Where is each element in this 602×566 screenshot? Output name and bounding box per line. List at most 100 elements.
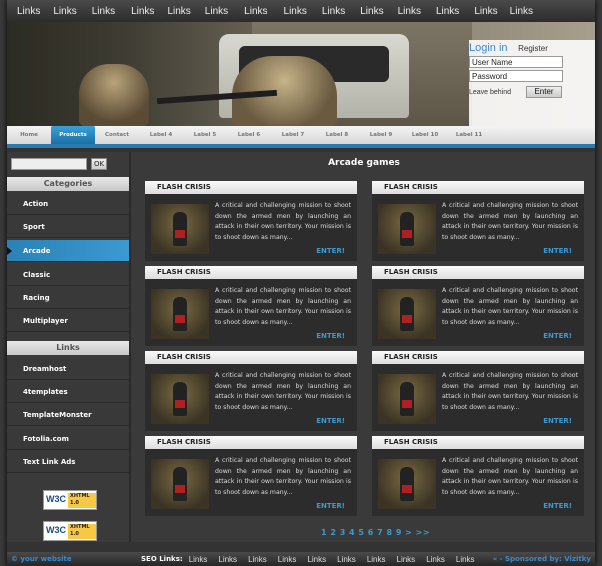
top-link[interactable]: Links xyxy=(244,6,267,17)
nav-label-11[interactable]: Label 11 xyxy=(447,126,491,144)
nav-label-7[interactable]: Label 7 xyxy=(271,126,315,144)
category-racing[interactable]: Racing xyxy=(7,287,129,309)
footer-link[interactable]: Links xyxy=(218,555,237,564)
game-thumbnail[interactable] xyxy=(378,374,436,424)
nav-label-10[interactable]: Label 10 xyxy=(403,126,447,144)
enter-game-link[interactable]: ENTER! xyxy=(316,247,345,255)
game-card-body: A critical and challenging mission to sh… xyxy=(372,194,584,261)
register-link[interactable]: Register xyxy=(518,44,548,53)
top-link[interactable]: Links xyxy=(205,6,228,17)
sidebar: OK Categories Action Sport Arcade Classi… xyxy=(7,152,129,542)
enter-button[interactable]: Enter xyxy=(526,86,562,98)
nav-label-4[interactable]: Label 4 xyxy=(139,126,183,144)
game-title[interactable]: FLASH CRISIS xyxy=(145,436,357,449)
banner-soldier xyxy=(79,64,149,126)
enter-game-link[interactable]: ENTER! xyxy=(316,332,345,340)
top-links-bar: Links Links Links Links Links Links Link… xyxy=(7,0,595,22)
enter-game-link[interactable]: ENTER! xyxy=(543,417,572,425)
nav-label-6[interactable]: Label 6 xyxy=(227,126,271,144)
game-thumbnail[interactable] xyxy=(378,204,436,254)
game-card-body: A critical and challenging mission to sh… xyxy=(372,364,584,431)
top-link[interactable]: Links xyxy=(510,6,533,17)
footer-link[interactable]: Links xyxy=(397,555,416,564)
nav-label-8[interactable]: Label 8 xyxy=(315,126,359,144)
enter-game-link[interactable]: ENTER! xyxy=(543,332,572,340)
seo-links-label: SEO Links: xyxy=(141,555,183,563)
sidebar-link[interactable]: Dreamhost xyxy=(7,358,129,380)
sidebar-link[interactable]: Fotolia.com xyxy=(7,428,129,450)
game-title[interactable]: FLASH CRISIS xyxy=(372,181,584,194)
w3c-xhtml-badge[interactable]: W3C XHTML 1.0 xyxy=(43,521,97,541)
top-link[interactable]: Links xyxy=(284,6,307,17)
game-thumbnail[interactable] xyxy=(378,459,436,509)
header-banner: Login in Register Leave behind Enter xyxy=(7,22,595,126)
search-input[interactable] xyxy=(11,158,87,170)
game-card: FLASH CRISIS A critical and challenging … xyxy=(145,266,357,346)
footer-copyright[interactable]: © your website xyxy=(11,555,141,563)
game-thumbnail[interactable] xyxy=(151,374,209,424)
game-description: A critical and challenging mission to sh… xyxy=(442,457,578,496)
nav-home[interactable]: Home xyxy=(7,126,51,144)
footer-link[interactable]: Links xyxy=(278,555,297,564)
footer-link[interactable]: Links xyxy=(189,555,208,564)
top-link[interactable]: Links xyxy=(167,6,190,17)
nav-products[interactable]: Products xyxy=(51,126,95,144)
top-link[interactable]: Links xyxy=(322,6,345,17)
game-title[interactable]: FLASH CRISIS xyxy=(372,436,584,449)
top-link[interactable]: Links xyxy=(17,6,40,17)
footer-link[interactable]: Links xyxy=(337,555,356,564)
game-card-body: A critical and challenging mission to sh… xyxy=(145,279,357,346)
search-ok-button[interactable]: OK xyxy=(91,158,107,170)
footer-link[interactable]: Links xyxy=(456,555,475,564)
category-arcade[interactable]: Arcade xyxy=(7,240,129,262)
enter-game-link[interactable]: ENTER! xyxy=(316,502,345,510)
category-action[interactable]: Action xyxy=(7,193,129,215)
top-link[interactable]: Links xyxy=(474,6,497,17)
sidebar-link[interactable]: Text Link Ads xyxy=(7,451,129,473)
w3c-xhtml-badge[interactable]: W3C XHTML 1.0 xyxy=(43,490,97,510)
game-card-body: A critical and challenging mission to sh… xyxy=(372,449,584,516)
soldier-figure xyxy=(173,467,187,501)
game-title[interactable]: FLASH CRISIS xyxy=(145,266,357,279)
top-link[interactable]: Links xyxy=(131,6,154,17)
enter-game-link[interactable]: ENTER! xyxy=(543,247,572,255)
soldier-figure xyxy=(400,212,414,246)
pagination[interactable]: 1 2 3 4 5 6 7 8 9 > >> xyxy=(321,528,430,537)
password-input[interactable] xyxy=(469,70,563,82)
category-sport[interactable]: Sport xyxy=(7,216,129,238)
sidebar-link[interactable]: 4templates xyxy=(7,381,129,403)
footer-link[interactable]: Links xyxy=(426,555,445,564)
w3c-logo: W3C xyxy=(46,525,66,535)
top-link[interactable]: Links xyxy=(436,6,459,17)
sidebar-link[interactable]: TemplateMonster xyxy=(7,404,129,426)
enter-game-link[interactable]: ENTER! xyxy=(316,417,345,425)
footer-link[interactable]: Links xyxy=(248,555,267,564)
nav-label-9[interactable]: Label 9 xyxy=(359,126,403,144)
username-input[interactable] xyxy=(469,56,563,68)
game-thumbnail[interactable] xyxy=(151,459,209,509)
game-thumbnail[interactable] xyxy=(151,204,209,254)
game-card: FLASH CRISIS A critical and challenging … xyxy=(372,351,584,431)
top-link[interactable]: Links xyxy=(398,6,421,17)
game-card: FLASH CRISIS A critical and challenging … xyxy=(372,266,584,346)
game-title[interactable]: FLASH CRISIS xyxy=(145,351,357,364)
category-multiplayer[interactable]: Multiplayer xyxy=(7,310,129,332)
game-title[interactable]: FLASH CRISIS xyxy=(145,181,357,194)
leave-behind-link[interactable]: Leave behind xyxy=(469,89,526,96)
nav-contact[interactable]: Contact xyxy=(95,126,139,144)
game-title[interactable]: FLASH CRISIS xyxy=(372,266,584,279)
top-link[interactable]: Links xyxy=(92,6,115,17)
nav-label-5[interactable]: Label 5 xyxy=(183,126,227,144)
top-link[interactable]: Links xyxy=(53,6,76,17)
footer-link[interactable]: Links xyxy=(307,555,326,564)
game-description: A critical and challenging mission to sh… xyxy=(215,287,351,326)
sponsored-by-link[interactable]: « - Sponsored by: Vizitky xyxy=(493,555,591,563)
login-panel: Login in Register Leave behind Enter xyxy=(469,40,595,126)
game-title[interactable]: FLASH CRISIS xyxy=(372,351,584,364)
enter-game-link[interactable]: ENTER! xyxy=(543,502,572,510)
game-thumbnail[interactable] xyxy=(378,289,436,339)
category-classic[interactable]: Classic xyxy=(7,264,129,286)
top-link[interactable]: Links xyxy=(360,6,383,17)
footer-link[interactable]: Links xyxy=(367,555,386,564)
game-thumbnail[interactable] xyxy=(151,289,209,339)
